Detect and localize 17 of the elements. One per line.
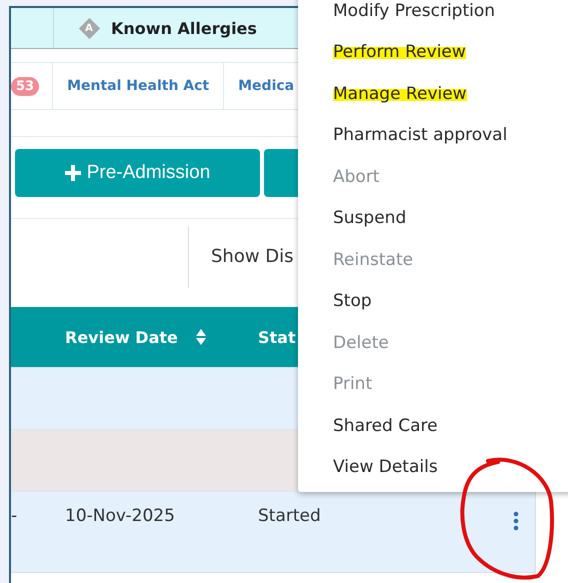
menu-item[interactable]: Stop bbox=[298, 280, 568, 322]
tab[interactable]: Mental Health Act bbox=[52, 63, 224, 109]
menu-item[interactable]: Pharmacist approval bbox=[298, 114, 568, 156]
filter-label[interactable]: Show Dis bbox=[211, 246, 294, 267]
menu-item[interactable]: Shared Care bbox=[298, 405, 568, 446]
banner-title: Known Allergies bbox=[111, 18, 257, 38]
menu-item[interactable]: View Details bbox=[298, 446, 568, 488]
more-options-icon[interactable] bbox=[513, 511, 519, 531]
table-cell-text: - bbox=[11, 505, 18, 526]
count-badge: 53 bbox=[11, 76, 40, 96]
allergy-icon: A bbox=[78, 17, 100, 39]
menu-item[interactable]: Modify Prescription bbox=[298, 0, 568, 32]
sort-icon bbox=[196, 329, 206, 345]
table-cell-text: 10-Nov-2025 bbox=[64, 505, 176, 526]
plus-icon bbox=[64, 165, 81, 181]
menu-item[interactable]: Suspend bbox=[298, 198, 568, 239]
table-cell-text: Started bbox=[257, 505, 322, 526]
